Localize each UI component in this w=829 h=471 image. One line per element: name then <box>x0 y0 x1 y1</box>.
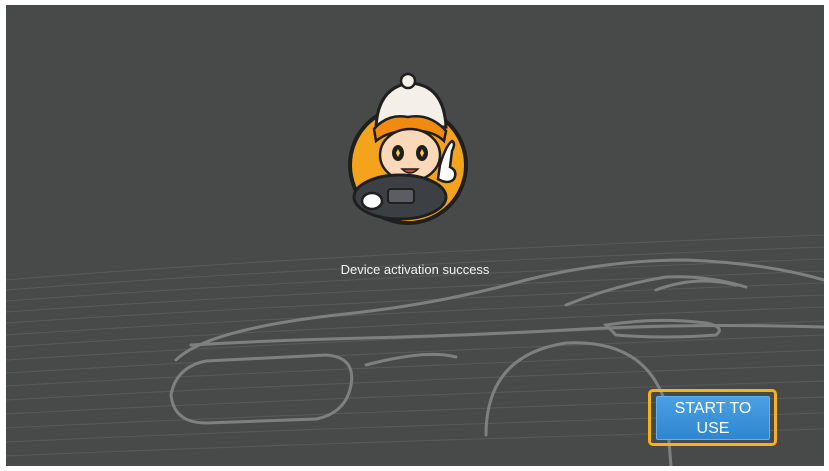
start-to-use-button[interactable]: START TO USE <box>656 396 770 440</box>
activation-status-text: Device activation success <box>340 262 490 277</box>
activation-screen: Device activation success START TO USE <box>6 5 824 466</box>
driver-mascot-icon <box>348 72 468 225</box>
